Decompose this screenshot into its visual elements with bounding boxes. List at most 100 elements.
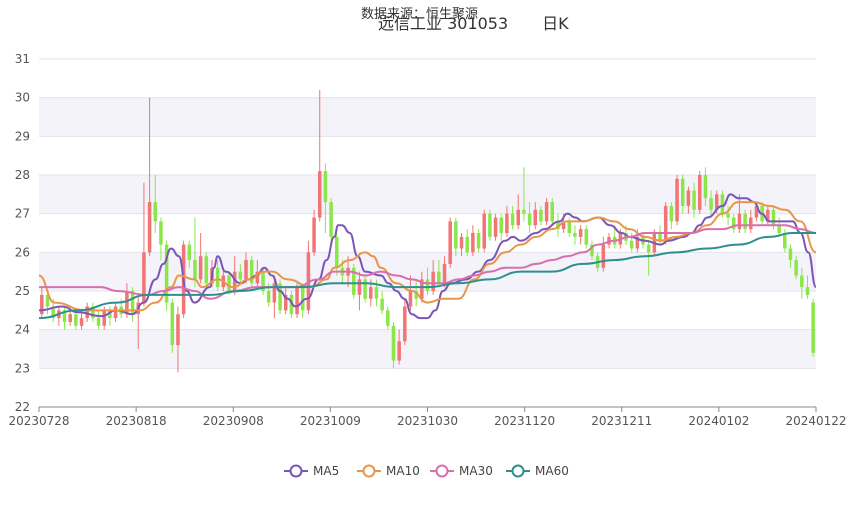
x-tick-label: 20240102 xyxy=(688,414,749,428)
candle-body xyxy=(476,233,481,249)
y-tick-label: 24 xyxy=(15,323,30,337)
candle-body xyxy=(334,236,339,268)
x-tick-label: 20240122 xyxy=(785,414,846,428)
candle-body xyxy=(482,213,486,249)
x-tick-label: 20230728 xyxy=(8,414,69,428)
x-tick-label: 20230818 xyxy=(106,414,167,428)
candle-body xyxy=(527,213,532,226)
candle-body xyxy=(357,279,362,295)
candle-body xyxy=(74,314,78,326)
candle-body xyxy=(749,217,753,230)
candle-body xyxy=(102,310,106,326)
candle-body xyxy=(783,233,787,249)
candle-body xyxy=(176,314,180,346)
y-tick-label: 27 xyxy=(15,207,30,221)
candle-body xyxy=(312,217,316,253)
candle-body xyxy=(454,221,458,249)
candle-body xyxy=(113,306,118,319)
legend-label-ma10: MA10 xyxy=(386,464,420,478)
candle-body xyxy=(323,171,328,203)
candle-body xyxy=(391,325,396,361)
candle-body xyxy=(510,213,515,226)
candle-body xyxy=(522,209,526,214)
y-tick-label: 28 xyxy=(15,168,30,182)
candle-body xyxy=(317,171,322,218)
candle-body xyxy=(686,190,691,206)
candle-body xyxy=(567,221,572,233)
candle-body xyxy=(629,240,634,249)
candle-body xyxy=(215,267,220,288)
candle-body xyxy=(459,236,464,249)
candle-body xyxy=(187,244,192,261)
candle-body xyxy=(601,244,606,268)
candle-body xyxy=(539,209,543,222)
candle-body xyxy=(697,175,702,210)
candle-body xyxy=(193,260,197,280)
candle-body xyxy=(516,209,521,226)
candle-body xyxy=(408,291,413,307)
candle-body xyxy=(533,209,538,226)
legend-swatch-marker xyxy=(289,464,303,478)
candle-body xyxy=(159,221,163,245)
x-tick-label: 20231009 xyxy=(300,414,361,428)
x-tick-label: 20231211 xyxy=(591,414,652,428)
legend-label-ma5: MA5 xyxy=(313,464,339,478)
candle-body xyxy=(329,202,333,237)
candle-body xyxy=(743,213,747,230)
candle-body xyxy=(448,221,452,264)
candle-body xyxy=(204,256,209,284)
candle-body xyxy=(79,318,84,326)
candle-body xyxy=(374,287,379,299)
candle-body xyxy=(227,275,231,291)
candle-body xyxy=(425,279,430,291)
candle-body xyxy=(499,217,503,233)
grid-band xyxy=(39,368,816,407)
legend-label-ma30: MA30 xyxy=(459,464,493,478)
candle-body xyxy=(244,260,248,280)
x-tick-label: 20231120 xyxy=(494,414,555,428)
candle-body xyxy=(505,213,509,233)
candle-body xyxy=(794,260,798,276)
candle-body xyxy=(578,229,583,237)
y-tick-label: 25 xyxy=(15,284,30,298)
candle-body xyxy=(403,306,407,342)
candle-body xyxy=(658,233,662,241)
candle-body xyxy=(646,244,651,253)
candle-body xyxy=(663,205,668,241)
candle-body xyxy=(295,287,299,315)
candle-body xyxy=(386,310,390,326)
y-tick-label: 31 xyxy=(15,52,30,66)
candlestick-chart: 22 23 24 25 26 27 28 29 30 31 20230728 20230818 2023… xyxy=(8,52,846,478)
candle-body xyxy=(380,298,384,311)
grid-band xyxy=(39,59,816,98)
candle-body xyxy=(369,287,373,299)
candle-body xyxy=(96,318,101,326)
grid-band xyxy=(39,291,816,330)
candle-body xyxy=(805,287,810,295)
candle-body xyxy=(198,256,203,280)
candle-body xyxy=(431,271,435,291)
legend-label-ma60: MA60 xyxy=(535,464,569,478)
candle-body xyxy=(737,213,742,230)
y-tick-label: 29 xyxy=(15,129,30,143)
candle-body xyxy=(147,202,152,253)
candle-body xyxy=(550,202,555,222)
candle-body xyxy=(437,271,441,284)
y-tick-label: 26 xyxy=(15,245,30,259)
candle-body xyxy=(573,233,577,237)
candle-body xyxy=(584,229,589,245)
candle-body xyxy=(488,213,492,237)
candle-body xyxy=(544,202,549,222)
candle-body xyxy=(40,294,44,315)
candle-body xyxy=(811,302,815,353)
candle-body xyxy=(709,198,713,210)
candle-body xyxy=(471,233,475,253)
candle-body xyxy=(777,225,781,233)
x-tick-label: 20230908 xyxy=(203,414,264,428)
candle-body xyxy=(680,178,685,206)
grid-band xyxy=(39,97,816,137)
y-tick-label: 30 xyxy=(15,91,30,105)
grid-band xyxy=(39,136,816,175)
candle-body xyxy=(788,248,793,261)
grid-band xyxy=(39,329,816,369)
